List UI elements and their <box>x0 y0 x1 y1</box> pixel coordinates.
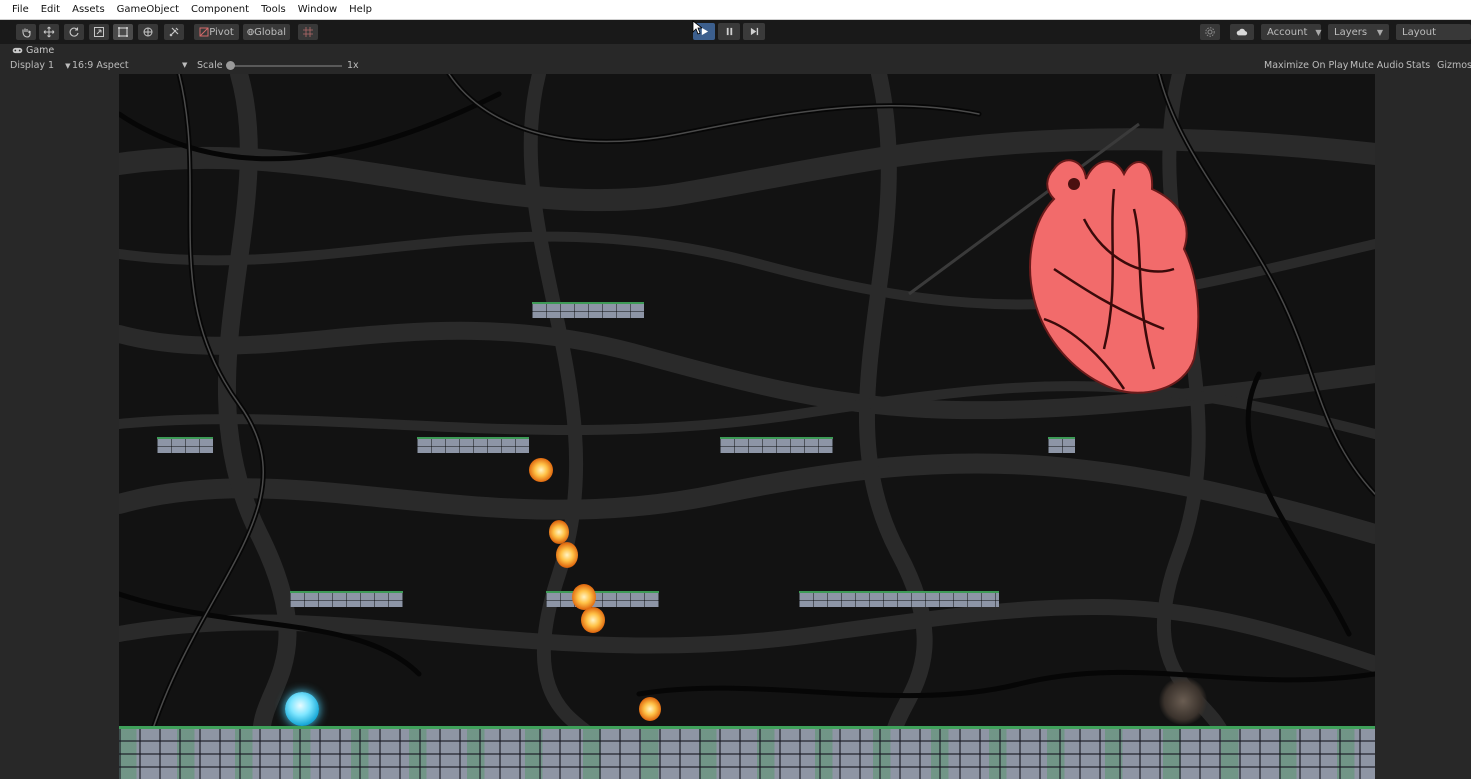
pivot-label: Pivot <box>209 26 234 38</box>
maximize-on-play-toggle[interactable]: Maximize On Play <box>1264 60 1348 71</box>
fireball-projectile <box>549 520 569 544</box>
gamepad-icon <box>12 47 23 54</box>
platform-mid-left <box>157 437 213 453</box>
scale-slider-thumb[interactable] <box>226 61 235 70</box>
rotate-tool-icon[interactable] <box>64 24 84 40</box>
game-view-bar: Display 1 ▼ 16:9 Aspect ▼ Scale 1x Maxim… <box>0 58 1471 74</box>
display-dropdown[interactable]: Display 1 ▼ <box>10 60 71 71</box>
transform-tool-icon[interactable] <box>138 24 158 40</box>
mouse-cursor-icon <box>692 20 702 35</box>
globe-icon <box>247 28 254 36</box>
pause-icon <box>726 27 732 36</box>
fireball-projectile <box>529 458 553 482</box>
menu-window[interactable]: Window <box>292 0 343 20</box>
ground-stone-floor <box>119 726 1375 779</box>
layout-label: Layout <box>1402 26 1436 38</box>
menu-edit[interactable]: Edit <box>35 0 66 20</box>
menu-help[interactable]: Help <box>343 0 378 20</box>
move-tool-icon[interactable] <box>39 24 59 40</box>
aspect-label: 16:9 Aspect <box>72 60 129 71</box>
hand-tool-icon[interactable] <box>16 24 36 40</box>
platform-low-center <box>546 591 659 607</box>
platform-low-left <box>290 591 403 607</box>
scale-label: Scale <box>197 60 223 71</box>
scale-slider-track[interactable] <box>232 65 342 67</box>
fireball-projectile <box>556 542 578 568</box>
pivot-toggle[interactable]: Pivot <box>194 24 239 40</box>
display-label: Display 1 <box>10 60 55 71</box>
chevron-down-icon: ▼ <box>182 61 188 69</box>
step-icon <box>750 27 758 36</box>
main-toolbar: Pivot Global Account ▼ Layers ▼ Layout <box>0 20 1471 44</box>
platform-top <box>532 302 644 318</box>
aspect-dropdown[interactable]: 16:9 Aspect ▼ <box>72 60 190 71</box>
spiky-enemy-sprite <box>1159 677 1207 725</box>
stats-toggle[interactable]: Stats <box>1406 60 1430 71</box>
custom-tool-icon[interactable] <box>164 24 184 40</box>
pause-button[interactable] <box>718 23 740 40</box>
game-tab-label: Game <box>26 45 55 56</box>
account-label: Account <box>1267 26 1308 38</box>
heart-boss-sprite <box>1029 159 1200 394</box>
game-viewport[interactable] <box>119 74 1375 779</box>
global-toggle[interactable]: Global <box>243 24 290 40</box>
platform-mid-right <box>1048 437 1075 453</box>
fireball-projectile <box>581 607 605 633</box>
chevron-down-icon: ▼ <box>1315 27 1322 37</box>
gizmos-toggle[interactable]: Gizmos <box>1437 60 1471 71</box>
menu-tools[interactable]: Tools <box>255 0 292 20</box>
layers-dropdown[interactable]: Layers ▼ <box>1328 24 1389 40</box>
platform-mid-center-left <box>417 437 529 453</box>
pivot-icon <box>199 27 209 37</box>
platform-mid-center-right <box>720 437 833 453</box>
tab-strip: Game <box>0 44 1471 58</box>
menu-gameobject[interactable]: GameObject <box>111 0 185 20</box>
rect-tool-icon[interactable] <box>113 24 133 40</box>
grid-snap-icon[interactable] <box>298 24 318 40</box>
scale-tool-icon[interactable] <box>89 24 109 40</box>
scale-value: 1x <box>347 60 359 71</box>
mute-audio-toggle[interactable]: Mute Audio <box>1350 60 1404 71</box>
menu-component[interactable]: Component <box>185 0 255 20</box>
player-orb-sprite <box>285 692 319 726</box>
fireball-projectile <box>639 697 661 721</box>
settings-gear-icon[interactable] <box>1200 24 1220 40</box>
menu-bar: File Edit Assets GameObject Component To… <box>0 0 1471 20</box>
menu-assets[interactable]: Assets <box>66 0 111 20</box>
cloud-icon[interactable] <box>1230 24 1254 40</box>
layout-dropdown[interactable]: Layout <box>1396 24 1471 40</box>
chevron-down-icon: ▼ <box>65 62 71 70</box>
tab-game[interactable]: Game <box>12 45 54 56</box>
account-dropdown[interactable]: Account ▼ <box>1261 24 1322 40</box>
global-label: Global <box>254 26 286 38</box>
step-button[interactable] <box>743 23 765 40</box>
menu-file[interactable]: File <box>0 0 35 20</box>
layers-label: Layers <box>1334 26 1368 38</box>
platform-low-right <box>799 591 999 607</box>
chevron-down-icon: ▼ <box>1376 27 1383 37</box>
